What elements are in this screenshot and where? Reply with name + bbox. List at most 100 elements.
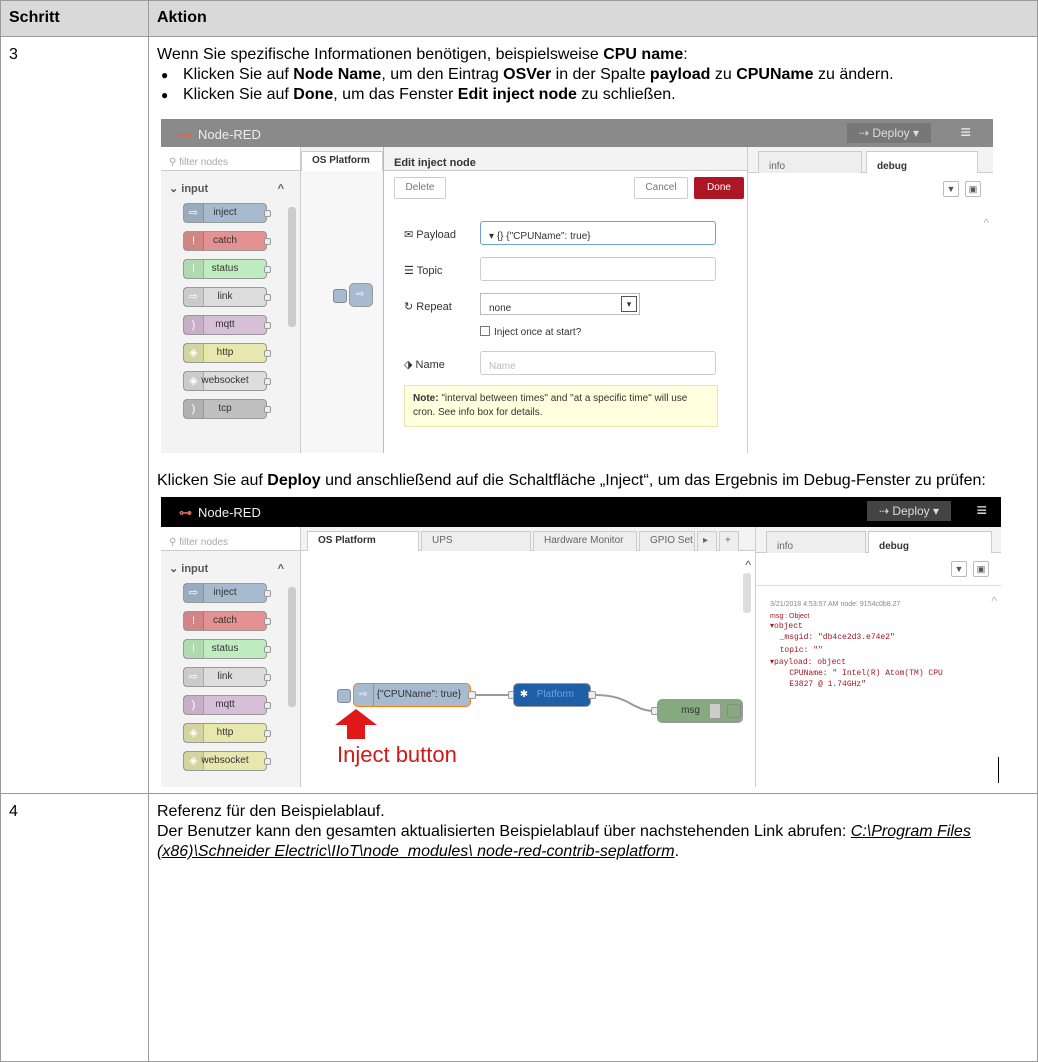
port [588,691,596,699]
tab-debug[interactable]: debug [868,531,992,553]
search-icon: ⚲ [169,537,180,548]
repeat-icon: ↻ [404,301,417,313]
palette-node-http[interactable]: ◈ http [183,723,271,743]
inject-trigger-button[interactable] [337,689,351,703]
screenshot-debug-result: ⊶ Node-RED ⇢ Deploy ▾ ≡ ⚲ filter nodes ⌄ … [161,497,1001,787]
tab-debug[interactable]: debug [866,151,978,173]
inject-node[interactable]: ⇨ {"CPUName": true} [353,683,471,707]
palette-node-tcp[interactable]: ) tcp [183,399,271,419]
palette-node-status[interactable]: ! status [183,639,271,659]
header-bar: ⊶ Node-RED ⇢ Deploy ▾ ≡ [161,119,993,147]
debug-line[interactable]: ▾object [770,621,803,632]
inject-node[interactable]: ⇨ [349,283,373,307]
palette-node-inject[interactable]: ⇨ inject [183,583,271,603]
arrow-icon: ⇨ [184,668,204,686]
inject-trigger-button[interactable] [333,289,347,303]
scrollbar[interactable] [288,587,296,707]
tab-info[interactable]: info [766,531,866,553]
link-paragraph: Der Benutzer kann den gesamten aktualisi… [157,823,971,860]
payload-label: ✉ Payload [404,229,457,241]
palette-node-http[interactable]: ◈ http [183,343,271,363]
port [468,691,476,699]
palette-node-inject[interactable]: ⇨ inject [183,203,271,223]
filter-nodes-input[interactable]: ⚲ filter nodes [161,527,300,551]
delete-button[interactable]: Delete [394,177,446,199]
palette-node-link[interactable]: ⇨ link [183,667,271,687]
tab-hardware-monitor[interactable]: Hardware Monitor [533,531,637,551]
puzzle-icon: ✱ [519,689,529,700]
port [264,758,271,765]
debug-toggle-button[interactable] [727,704,741,718]
port [264,322,271,329]
scroll-tabs-icon[interactable]: ▸ [697,531,717,551]
category-input[interactable]: ⌄ input ^ [161,171,300,203]
name-label: ⬗ Name [404,359,445,371]
debug-line[interactable]: ▾payload: object [770,657,846,668]
screenshot-edit-inject-node: ⊶ Node-RED ⇢ Deploy ▾ ≡ ⚲ filter nodes ⌄ … [161,119,993,453]
deploy-button[interactable]: ⇢ Deploy ▾ [867,501,951,521]
chevron-down-icon: ▾ [621,296,637,312]
repeat-select[interactable]: none ▾ [480,293,640,315]
palette-node-websocket[interactable]: ◈ websocket [183,371,271,391]
tab-os-platform[interactable]: OS Platform [301,151,383,171]
tab-info[interactable]: info [758,151,862,173]
scrollbar[interactable] [288,207,296,327]
payload-input[interactable]: ▾ {} {"CPUName": true} [480,221,716,245]
node-red-logo: ⊶ Node-RED [179,127,261,142]
wave-icon: ) [184,400,204,418]
dialog-title: Edit inject node [384,147,752,171]
port [264,646,271,653]
intro-text: Wenn Sie spezifische Informationen benöt… [157,45,1029,65]
step-number: 3 [0,36,149,794]
text: : [683,46,688,63]
column-header-step: Schritt [0,0,149,37]
platform-node[interactable]: ✱ Platform [513,683,591,707]
inject-once-checkbox[interactable] [480,326,490,336]
filter-icon[interactable]: ▼ [951,561,967,577]
bold-text: CPU name [603,46,684,63]
workspace: ⇨ [301,171,383,453]
chevron-up-icon: ^ [983,216,989,230]
trash-icon[interactable]: ▣ [965,181,981,197]
type-selector[interactable]: ▾ {} [489,231,504,242]
arrow-icon: ⇨ [184,204,204,222]
deploy-instruction: Klicken Sie auf Deploy und anschließend … [157,472,986,489]
tag-icon: ⬗ [404,359,416,371]
globe-icon: ◈ [184,344,204,362]
menu-icon[interactable]: ≡ [976,500,987,520]
table-header-row: Schritt Aktion [0,0,1038,37]
arrow-icon: ⇨ [356,289,365,300]
repeat-label: ↻ Repeat [404,301,452,313]
category-input[interactable]: ⌄ input ^ [161,551,300,583]
wave-icon: ) [184,316,204,334]
deploy-button[interactable]: ⇢ Deploy ▾ [847,123,931,143]
chevron-up-icon: ^ [991,594,997,608]
palette: ⚲ filter nodes ⌄ input ^ ⇨ inject ! catch !… [161,527,301,787]
cancel-button[interactable]: Cancel [634,177,688,199]
tab-os-platform[interactable]: OS Platform [307,531,419,551]
arrow-icon: ⇨ [184,584,204,602]
palette-node-link[interactable]: ⇨ link [183,287,271,307]
tab-gpio-set[interactable]: GPIO Set [639,531,695,551]
name-input[interactable]: Name [480,351,716,375]
palette-node-mqtt[interactable]: ) mqtt [183,695,271,715]
palette-node-catch[interactable]: ! catch [183,611,271,631]
tab-ups[interactable]: UPS [421,531,531,551]
topic-input[interactable] [480,257,716,281]
trash-icon[interactable]: ▣ [973,561,989,577]
debug-line: _msgid: "db4ce2d3.e74e2" [770,633,895,642]
palette-node-websocket[interactable]: ◈ websocket [183,751,271,771]
wave-icon: ) [184,696,204,714]
add-tab-icon[interactable]: + [719,531,739,551]
palette-node-mqtt[interactable]: ) mqtt [183,315,271,335]
menu-icon[interactable]: ≡ [960,122,971,142]
palette-node-status[interactable]: ! status [183,259,271,279]
filter-nodes-input[interactable]: ⚲ filter nodes [161,147,300,171]
palette-node-catch[interactable]: ! catch [183,231,271,251]
bullet-item: Klicken Sie auf Node Name, um den Eintra… [161,65,1029,85]
step-action: Wenn Sie spezifische Informationen benöt… [148,36,1038,794]
reference-text: Referenz für den Beispielablauf. [157,803,385,820]
done-button[interactable]: Done [694,177,744,199]
filter-icon[interactable]: ▼ [943,181,959,197]
list-icon: ☰ [404,265,417,277]
